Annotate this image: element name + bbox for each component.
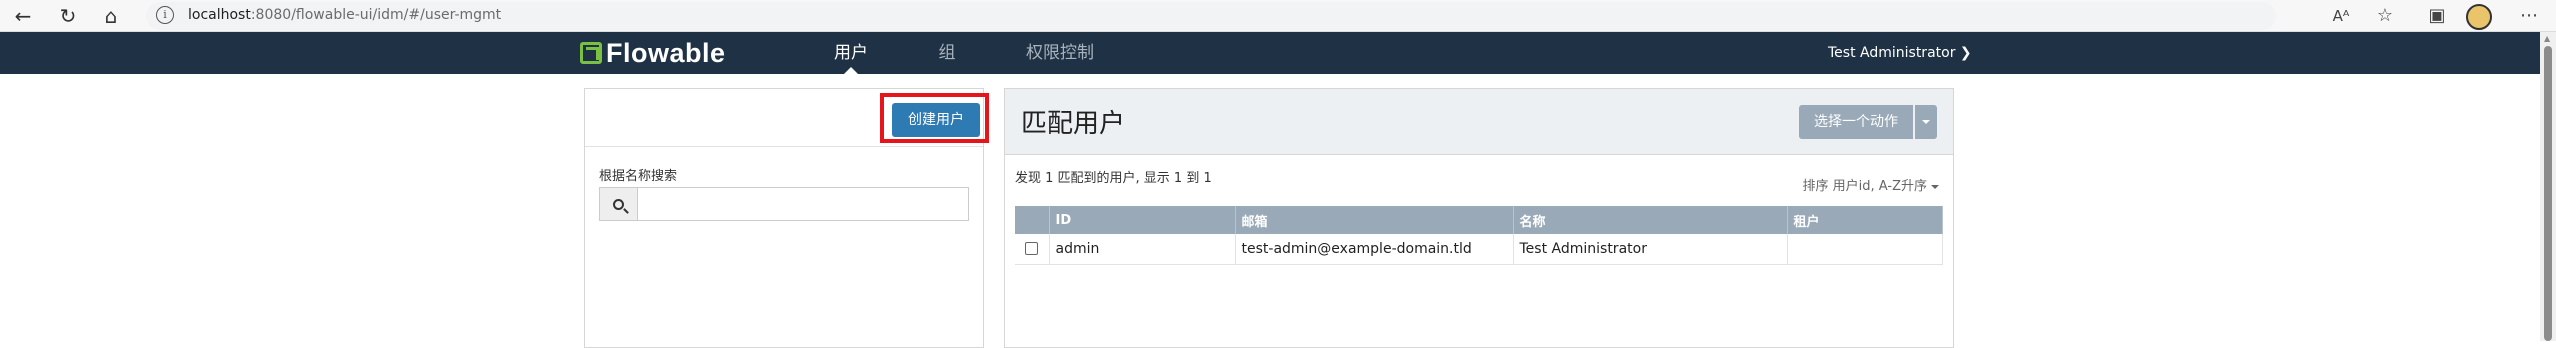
results-header: 匹配用户 选择一个动作 xyxy=(1005,89,1953,155)
sort-label: 排序 用户id, A-Z升序 xyxy=(1802,179,1927,194)
flowable-logo-icon xyxy=(580,42,602,64)
cell-email: test-admin@example-domain.tld xyxy=(1235,234,1514,265)
user-menu-label: Test Administrator xyxy=(1828,45,1956,61)
header-name[interactable]: 名称 xyxy=(1513,206,1788,234)
matching-users-panel: 匹配用户 选择一个动作 发现 1 匹配到的用户, 显示 1 到 1 排序 用户i… xyxy=(1004,88,1954,348)
table-header-row: ID 邮箱 名称 租户 xyxy=(1015,206,1943,234)
search-label: 根据名称搜索 xyxy=(599,169,678,184)
users-table: ID 邮箱 名称 租户 admin test-admin@example-dom… xyxy=(1015,206,1943,265)
row-checkbox[interactable] xyxy=(1025,242,1039,256)
search-icon xyxy=(600,188,638,220)
flowable-logo[interactable]: Flowable xyxy=(580,37,726,68)
action-dropdown-caret-icon[interactable] xyxy=(1915,105,1937,139)
app-navbar: Flowable 用户 组 权限控制 Test Administrator ❯ xyxy=(0,32,2540,74)
chevron-down-icon: ❯ xyxy=(1959,45,1972,61)
site-info-icon[interactable]: i xyxy=(156,6,174,24)
header-id[interactable]: ID xyxy=(1049,206,1236,234)
user-filter-panel: 创建用户 根据名称搜索 xyxy=(584,88,989,348)
scroll-up-arrow-icon[interactable]: ▲ xyxy=(2544,34,2550,43)
scrollbar-thumb[interactable] xyxy=(2544,46,2552,341)
header-check-column xyxy=(1015,206,1050,234)
logo-text: Flowable xyxy=(606,37,726,68)
profile-avatar[interactable] xyxy=(2466,4,2492,30)
search-input[interactable] xyxy=(638,188,968,220)
page-title: 匹配用户 xyxy=(1021,109,1126,139)
select-action-button[interactable]: 选择一个动作 xyxy=(1799,105,1913,139)
more-menu-icon[interactable]: ⋯ xyxy=(2516,4,2542,28)
cell-id: admin xyxy=(1049,234,1236,265)
home-icon[interactable]: ⌂ xyxy=(98,4,124,28)
user-menu[interactable]: Test Administrator ❯ xyxy=(1828,32,1972,74)
url-host: localhost xyxy=(188,7,251,23)
sort-caret-icon xyxy=(1931,184,1939,189)
annotation-highlight-box xyxy=(880,93,989,143)
results-count: 发现 1 匹配到的用户, 显示 1 到 1 xyxy=(1015,171,1212,186)
search-group xyxy=(599,187,969,221)
nav-users[interactable]: 用户 xyxy=(826,32,876,74)
page-scrollbar[interactable]: ▲ xyxy=(2540,32,2556,341)
nav-privileges[interactable]: 权限控制 xyxy=(1020,32,1100,74)
favorite-star-icon[interactable]: ☆ xyxy=(2372,4,2398,28)
extension-icon[interactable]: ▣ xyxy=(2424,4,2450,28)
browser-toolbar: ← ↻ ⌂ i localhost:8080/flowable-ui/idm/#… xyxy=(0,0,2556,32)
table-row[interactable]: admin test-admin@example-domain.tld Test… xyxy=(1015,234,1943,265)
url-path: :8080/flowable-ui/idm/#/user-mgmt xyxy=(250,7,502,23)
sort-selector[interactable]: 排序 用户id, A-Z升序 xyxy=(1803,175,1939,194)
read-aloud-icon[interactable]: Aᴬ xyxy=(2328,4,2354,28)
cell-name: Test Administrator xyxy=(1513,234,1788,265)
url-text[interactable]: localhost:8080/flowable-ui/idm/#/user-mg… xyxy=(188,7,501,23)
header-tenant[interactable]: 租户 xyxy=(1787,206,1943,234)
header-email[interactable]: 邮箱 xyxy=(1235,206,1514,234)
nav-groups[interactable]: 组 xyxy=(930,32,964,74)
back-arrow-icon[interactable]: ← xyxy=(10,4,36,28)
row-checkbox-cell xyxy=(1015,234,1050,265)
filter-panel-header: 创建用户 xyxy=(585,89,989,147)
reload-icon[interactable]: ↻ xyxy=(55,4,81,28)
cell-tenant xyxy=(1787,234,1943,265)
